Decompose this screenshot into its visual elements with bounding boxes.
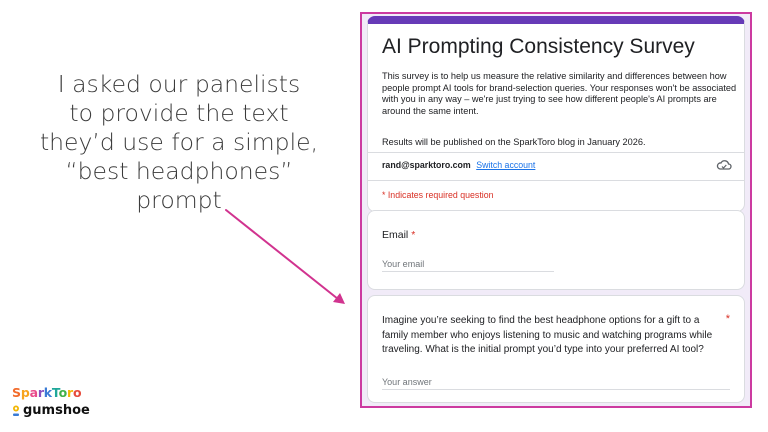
account-divider: [368, 180, 744, 181]
account-row: rand@sparktoro.com Switch account: [382, 160, 535, 170]
required-note: * Indicates required question: [382, 190, 494, 200]
location-pin-icon: [13, 405, 19, 416]
gumshoe-wordmark: gumshoe: [23, 403, 90, 418]
caption-line: they’d use for a simple,: [39, 128, 319, 156]
caption-line: prompt: [136, 186, 222, 214]
logo-letter: S: [12, 385, 21, 400]
email-label-text: Email: [382, 229, 409, 241]
logo-letter: T: [51, 385, 59, 400]
caption-line: to provide the text: [69, 99, 289, 127]
email-input[interactable]: [382, 256, 554, 272]
email-label: Email *: [382, 229, 415, 241]
prompt-question-text: Imagine you’re seeking to find the best …: [382, 315, 713, 355]
cloud-saved-icon: [716, 160, 732, 170]
header-divider: [368, 152, 744, 153]
arrow-head: [333, 293, 345, 304]
email-question-card: Email *: [367, 210, 745, 290]
logo-letter: o: [72, 385, 82, 400]
logo-letter: k: [43, 385, 52, 400]
form-publish-note: Results will be published on the SparkTo…: [382, 137, 646, 147]
account-email: rand@sparktoro.com: [382, 160, 471, 170]
form-header-card: AI Prompting Consistency Survey This sur…: [367, 16, 745, 212]
required-asterisk: *: [411, 229, 416, 241]
required-asterisk: *: [725, 313, 730, 325]
gumshoe-logo: gumshoe: [12, 404, 90, 418]
logo-letter: o: [58, 385, 68, 400]
caption-line: I asked our panelists: [57, 70, 301, 98]
logo-letter: a: [29, 385, 38, 400]
caption-line: “best headphones”: [65, 157, 293, 185]
slide-caption: I asked our panelists to provide the tex…: [18, 70, 340, 215]
brand-logos: SparkToro gumshoe: [12, 386, 90, 418]
answer-input[interactable]: [382, 374, 730, 390]
prompt-question-card: Imagine you’re seeking to find the best …: [367, 295, 745, 403]
switch-account-link[interactable]: Switch account: [476, 160, 535, 170]
form-description: This survey is to help us measure the re…: [382, 71, 737, 116]
google-form: AI Prompting Consistency Survey This sur…: [360, 12, 752, 408]
form-title: AI Prompting Consistency Survey: [382, 35, 695, 58]
logo-letter: p: [20, 385, 30, 400]
sparktoro-logo: SparkToro: [12, 386, 90, 400]
arrow-shaft: [225, 209, 339, 300]
